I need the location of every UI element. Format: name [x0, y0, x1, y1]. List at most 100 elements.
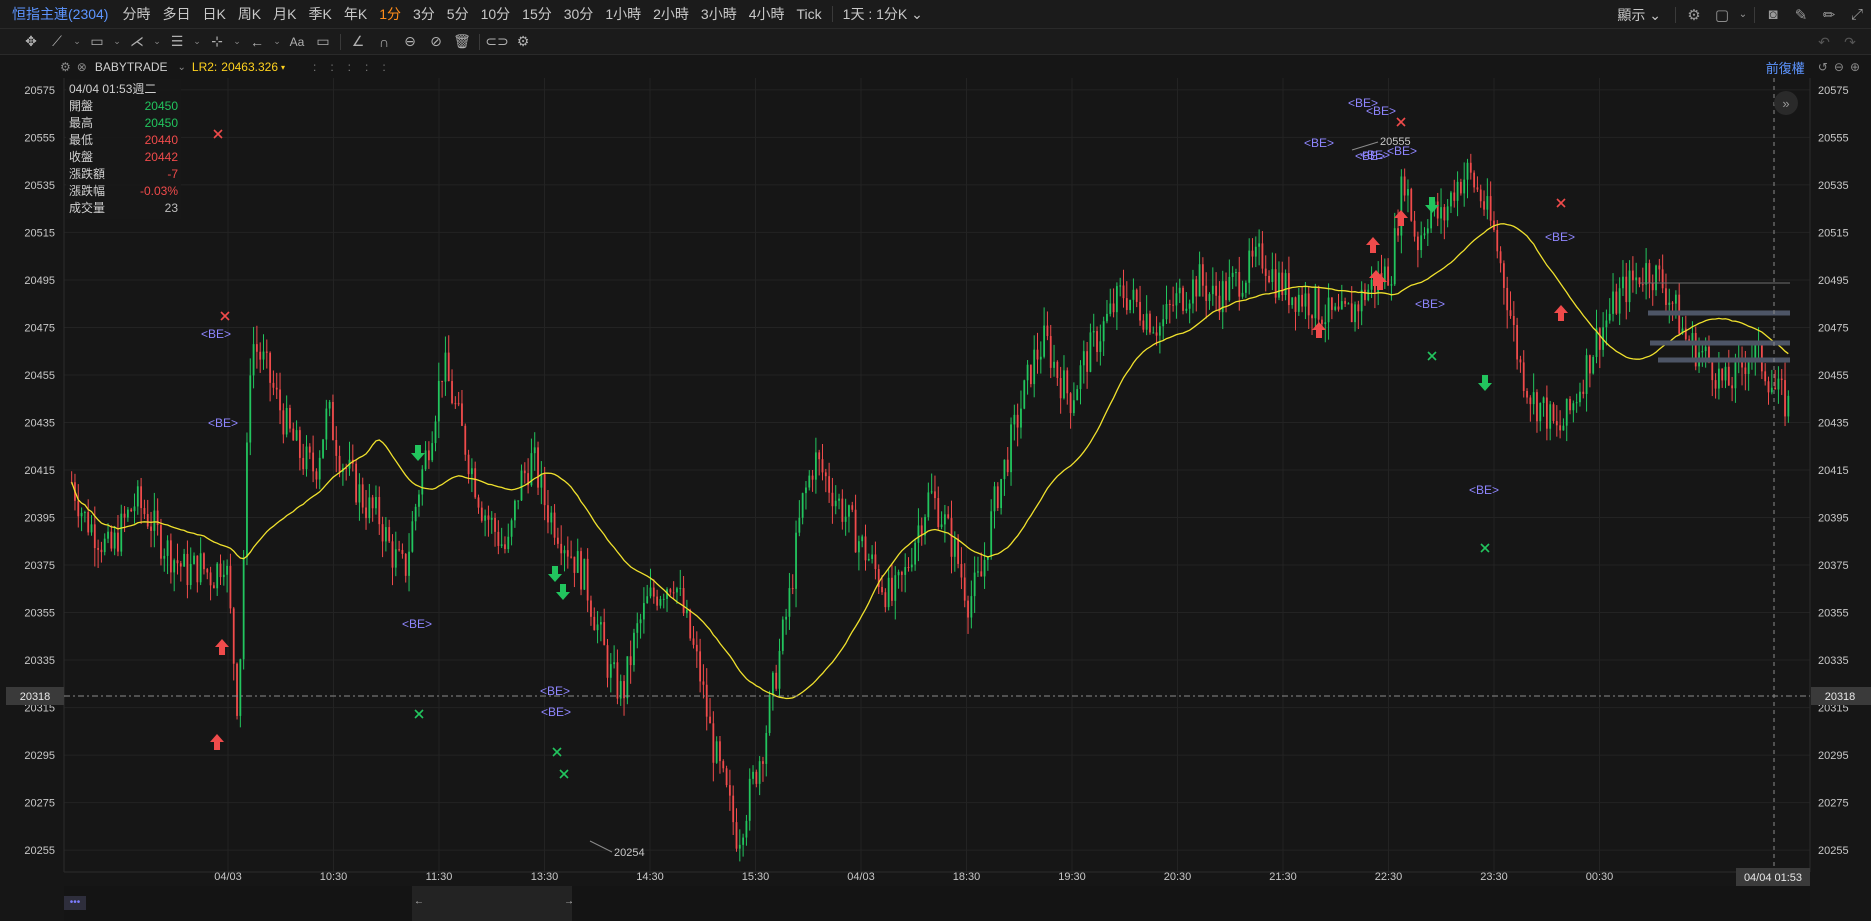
candle-body [1598, 328, 1601, 350]
candle-body [1618, 288, 1621, 314]
timeframe-1[interactable]: 多日 [156, 4, 196, 24]
indicator-name[interactable]: BABYTRADE [95, 60, 168, 74]
chevron-down-icon[interactable]: ▾ [281, 63, 285, 72]
candle-body [1198, 264, 1201, 297]
candle-body [1225, 281, 1227, 301]
candle-body [550, 512, 553, 523]
timeframe-11[interactable]: 15分 [516, 4, 558, 24]
candle-body [176, 560, 179, 564]
fib-icon[interactable]: ☰ [164, 30, 190, 54]
pencil-icon[interactable]: ✏ [1815, 1, 1843, 29]
redo-icon[interactable]: ↷ [1837, 30, 1863, 54]
ohlc-info-box: 04/04 01:53週二 開盤 20450 最高 20450 最低 20440 收盤 204… [66, 79, 181, 219]
comment-icon[interactable]: ▭ [310, 30, 336, 54]
candle-body [520, 470, 523, 501]
candle-body [289, 407, 291, 429]
candle-body [1608, 313, 1611, 321]
layout-icon[interactable]: ▢ [1708, 1, 1736, 29]
candle-body [583, 558, 586, 590]
candle-body [1201, 264, 1204, 286]
candle-body [1314, 286, 1317, 319]
settings-icon[interactable]: ⚙ [1680, 1, 1708, 29]
display-menu[interactable]: 顯示 ⌄ [1607, 5, 1671, 25]
candle-body [682, 588, 685, 614]
reset-icon[interactable]: ↺ [1818, 60, 1828, 74]
rectangle-icon[interactable]: ▭ [84, 30, 110, 54]
timeframe-15[interactable]: 3小時 [695, 4, 743, 24]
navigator-right-arrow[interactable]: → [564, 896, 574, 907]
magnet-icon[interactable]: ∩ [371, 30, 397, 54]
double-chevron-right-icon: » [1782, 96, 1789, 111]
range-select[interactable]: 1天 : 1分K ⌄ [837, 4, 929, 24]
range-select-label: 1天 : 1分K [842, 6, 908, 22]
text-icon[interactable]: Aa [284, 30, 310, 54]
candle-body [553, 512, 556, 538]
timeframe-6[interactable]: 年K [338, 4, 373, 24]
chevron-down-icon[interactable]: ⌄ [270, 30, 284, 54]
chevron-down-icon[interactable]: ⌄ [150, 30, 164, 54]
candle-body [1539, 403, 1542, 422]
candle-body [983, 559, 986, 577]
link-icon[interactable]: ⊂⊃ [484, 30, 510, 54]
adjust-mode[interactable]: 前復權 [1766, 58, 1805, 77]
chevron-down-icon[interactable]: ⌄ [70, 30, 84, 54]
settings-icon[interactable]: ⚙ [510, 30, 536, 54]
navigator-left-arrow[interactable]: ← [414, 896, 424, 907]
timeframe-5[interactable]: 季K [303, 4, 338, 24]
candle-body [302, 457, 305, 470]
timeframe-14[interactable]: 2小時 [647, 4, 695, 24]
timeframe-13[interactable]: 1小時 [599, 4, 647, 24]
candle-body [1132, 289, 1135, 300]
trendline-icon[interactable]: ⟋ [44, 30, 70, 54]
timeframe-12[interactable]: 30分 [558, 4, 600, 24]
crosshair-move-icon[interactable]: ✥ [18, 30, 44, 54]
candle-body [1393, 228, 1396, 285]
arrow-icon[interactable]: ← [244, 30, 270, 54]
timeframe-3[interactable]: 周K [232, 4, 267, 24]
chevron-down-icon[interactable]: ⌄ [1736, 1, 1750, 29]
zoom-out-icon[interactable]: ⊖ [1834, 60, 1844, 74]
timeframe-10[interactable]: 10分 [475, 4, 517, 24]
measure-icon[interactable]: ⊹ [204, 30, 230, 54]
chevron-down-icon[interactable]: ⌄ [110, 30, 124, 54]
hide-icon[interactable]: ⊘ [423, 30, 449, 54]
close-icon[interactable]: ⊗ [77, 60, 87, 74]
price-chart[interactable]: 20575 20575 20555 20555 20535 20535 20515 20515… [0, 0, 1871, 921]
navigator-handle[interactable]: ••• [64, 896, 86, 910]
candle-body [1532, 392, 1535, 405]
trash-icon[interactable]: 🗑 [449, 30, 475, 54]
candle-body [279, 389, 281, 411]
timeframe-7[interactable]: 1分 [373, 4, 407, 24]
camera-icon[interactable]: ◙ [1759, 1, 1787, 29]
zoom-in-icon[interactable]: ⊕ [1850, 60, 1860, 74]
candle-body [1102, 321, 1105, 342]
time-navigator[interactable]: ••• ← → [64, 886, 1810, 921]
candle-body [1612, 291, 1614, 314]
candle-body [563, 550, 566, 554]
timeframe-4[interactable]: 月K [267, 4, 302, 24]
pattern-icon[interactable]: ⋌ [124, 30, 150, 54]
chevron-down-icon[interactable]: ⌄ [190, 30, 204, 54]
chevron-down-icon[interactable]: ⌄ [178, 62, 186, 73]
timeframe-2[interactable]: 日K [196, 4, 231, 24]
candle-body [470, 468, 473, 475]
settings-icon[interactable]: ⚙ [60, 60, 71, 74]
ruler-icon[interactable]: ∠ [345, 30, 371, 54]
navigator-window[interactable] [412, 886, 572, 921]
lock-icon[interactable]: ⊖ [397, 30, 423, 54]
timeframe-17[interactable]: Tick [791, 6, 828, 22]
symbol-title[interactable]: 恒指主連(2304) [0, 4, 116, 24]
note-icon[interactable]: ✎ [1787, 1, 1815, 29]
timeframe-9[interactable]: 5分 [441, 4, 475, 24]
candle-body [1512, 315, 1515, 326]
timeframe-0[interactable]: 分時 [116, 4, 156, 24]
chevron-down-icon[interactable]: ⌄ [230, 30, 244, 54]
undo-icon[interactable]: ↶ [1811, 30, 1837, 54]
candle-body [1668, 302, 1671, 305]
timeframe-16[interactable]: 4小時 [743, 4, 791, 24]
timeframe-8[interactable]: 3分 [407, 4, 441, 24]
candle-body [90, 524, 93, 533]
y-tick-label-right: 20555 [1818, 132, 1849, 144]
candle-body [659, 599, 662, 606]
fullscreen-icon[interactable]: ⤢ [1843, 1, 1871, 29]
